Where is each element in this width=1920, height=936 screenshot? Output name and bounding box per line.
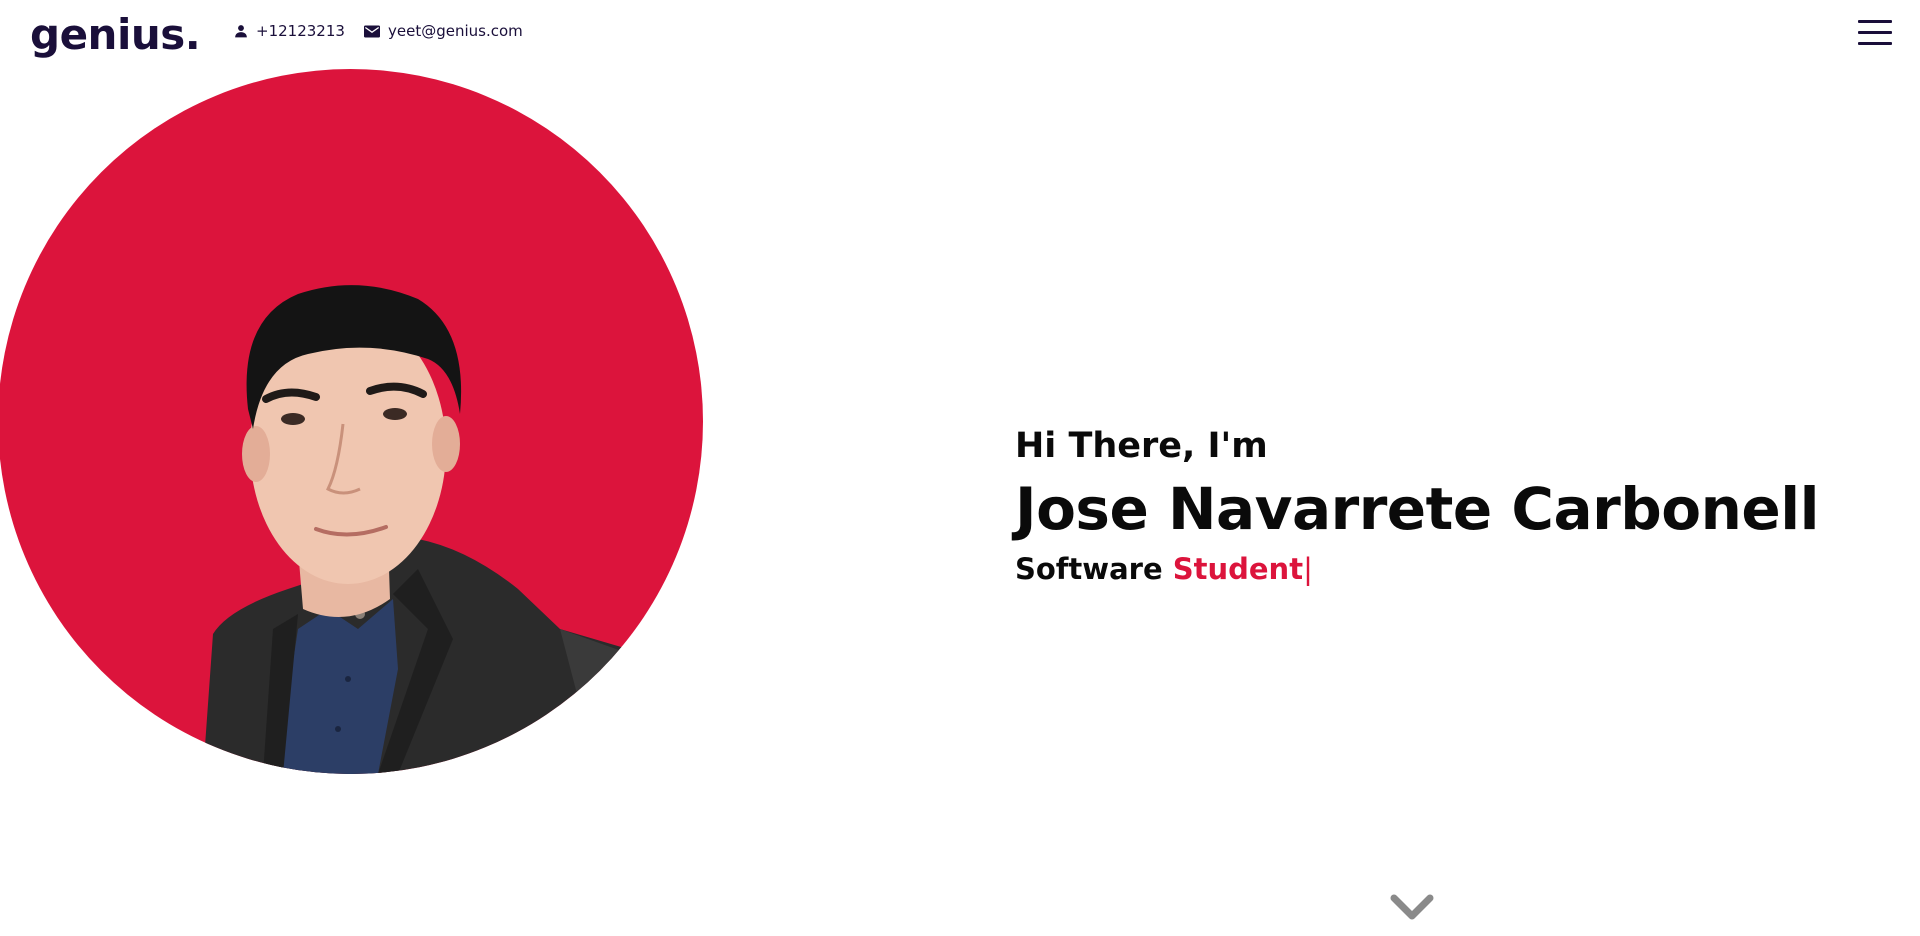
profile-photo (0, 69, 703, 774)
person-illustration (203, 285, 638, 774)
hero-intro: Hi There, I'm Jose Navarrete Carbonell S… (1015, 420, 1819, 592)
greeting-text: Hi There, I'm (1015, 426, 1268, 466)
phone-number: +12123213 (256, 22, 345, 40)
email-contact[interactable]: yeet@genius.com (364, 22, 523, 40)
chevron-down-icon[interactable] (1389, 893, 1435, 923)
role-prefix: Software (1015, 552, 1163, 586)
person-icon (235, 25, 247, 38)
email-address: yeet@genius.com (388, 22, 523, 40)
role-line: Software Student| (1015, 546, 1819, 592)
site-header: genius. +12123213 yeet@genius.com (0, 0, 1920, 66)
site-logo[interactable]: genius. (30, 10, 201, 59)
typing-cursor: | (1303, 552, 1313, 586)
role-highlight: Student (1172, 552, 1304, 586)
phone-contact[interactable]: +12123213 (234, 22, 345, 40)
envelope-icon (364, 25, 380, 37)
hero-name: Jose Navarrete Carbonell (1015, 475, 1819, 543)
hamburger-menu-icon[interactable] (1858, 18, 1892, 48)
